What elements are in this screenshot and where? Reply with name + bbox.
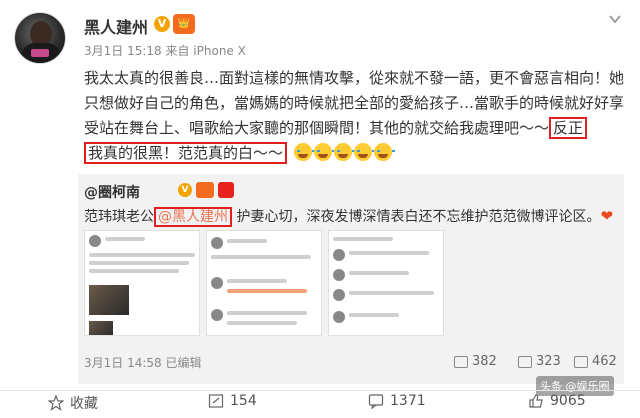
repost-meta: 3月1日 14:58 已编辑 (84, 356, 202, 370)
laugh-cry-emoji-icon (313, 143, 335, 161)
thumb-avatar (333, 249, 345, 261)
thumb-avatar (211, 237, 223, 249)
repost-image-2[interactable] (206, 230, 322, 336)
post-body: 我太太真的很善良…面對這樣的無情攻擊，從來就不發一語，更不會惡言相向！她只想做好… (84, 66, 624, 166)
thumb-avatar (211, 309, 223, 321)
post-text: 我太太真的很善良…面對這樣的無情攻擊，從來就不發一語，更不會惡言相向！她只想做好… (84, 69, 625, 137)
comment-icon (368, 394, 384, 409)
repost-repost-count[interactable]: 382 (454, 354, 497, 369)
thumb-line (89, 269, 179, 273)
thumb-line (89, 261, 189, 265)
thumb-avatar (211, 277, 223, 289)
like-button[interactable]: 9065 (528, 393, 586, 409)
chevron-down-icon[interactable] (606, 10, 624, 28)
thumb-line (349, 251, 429, 255)
thumb-line (349, 271, 409, 275)
laugh-cry-emoji-icon (293, 143, 315, 161)
repost-label: 154 (230, 393, 257, 409)
repost-text: 范玮琪老公 @黑人建州 护妻心切，深夜发博深情表白还不忘维护范范微博评论区。❤ (84, 206, 614, 227)
author-name[interactable]: 黑人建州 (84, 14, 148, 38)
thumb-photo (89, 285, 129, 315)
avatar-logo (31, 49, 49, 57)
repost-card[interactable]: @圈柯南 V 范玮琪老公 @黑人建州 护妻心切，深夜发博深情表白还不忘维护范范微博… (78, 174, 624, 384)
vip-badge-icon: 👑 (173, 14, 195, 34)
thumb-line (227, 311, 307, 315)
post-meta: 3月1日 15:18 来自 iPhone X (84, 44, 246, 58)
thumb-line (227, 321, 297, 325)
repost-text-before: 范玮琪老公 (84, 209, 154, 225)
thumb-avatar (333, 311, 345, 323)
thumb-line (349, 291, 434, 295)
share-icon (454, 355, 468, 368)
laugh-cry-emoji-icon (373, 143, 395, 161)
like-label: 9065 (550, 393, 586, 409)
action-bar: 收藏 154 1371 9065 (0, 390, 640, 418)
highlight-box-2: 我真的很黑！范范真的白～～ (84, 142, 288, 164)
thumb-avatar (89, 235, 101, 247)
thumb-line (211, 255, 311, 259)
vip-badge-icon (196, 182, 214, 198)
repost-image-1[interactable] (84, 230, 200, 336)
verified-badge-icon: V (154, 16, 170, 32)
comment-count-label: 323 (536, 354, 561, 369)
laugh-cry-emoji-icon (353, 143, 375, 161)
thumb-line (105, 237, 145, 241)
repost-user[interactable]: @圈柯南 (84, 182, 140, 202)
comment-icon (518, 355, 532, 368)
repost-image-3[interactable] (328, 230, 444, 336)
highlight-box-1: 反正 (549, 117, 588, 139)
mention-link[interactable]: @黑人建州 (154, 207, 232, 227)
collect-button[interactable]: 收藏 (48, 393, 98, 413)
repost-count-label: 382 (472, 354, 497, 369)
verified-badge-icon: V (178, 183, 192, 197)
heart-icon: ❤ (600, 207, 614, 225)
thumbs-up-icon (574, 355, 588, 368)
like-count-label: 462 (592, 354, 617, 369)
thumb-line (349, 313, 399, 317)
thumb-line (227, 289, 307, 293)
comment-button[interactable]: 1371 (368, 393, 426, 409)
thumb-avatar (333, 269, 345, 281)
repost-like-count[interactable]: 462 (574, 354, 617, 369)
red-envelope-icon (218, 182, 234, 198)
repost-icon (208, 394, 224, 408)
thumb-avatar (333, 289, 345, 301)
comment-label: 1371 (390, 393, 426, 409)
repost-text-after: 护妻心切，深夜发博深情表白还不忘维护范范微博评论区。 (232, 209, 601, 225)
repost-comment-count[interactable]: 323 (518, 354, 561, 369)
thumb-line (333, 237, 393, 241)
star-icon (48, 395, 64, 411)
thumb-line (227, 239, 267, 243)
laugh-cry-emoji-icon (333, 143, 355, 161)
thumbs-up-icon (529, 394, 543, 408)
author-avatar[interactable] (14, 12, 66, 64)
weibo-post: 黑人建州 V 👑 3月1日 15:18 来自 iPhone X 我太太真的很善良… (0, 0, 640, 418)
thumb-line (227, 279, 287, 283)
thumb-line (89, 253, 195, 257)
collect-label: 收藏 (70, 396, 98, 412)
thumb-photo (89, 321, 113, 335)
repost-button[interactable]: 154 (208, 393, 257, 409)
